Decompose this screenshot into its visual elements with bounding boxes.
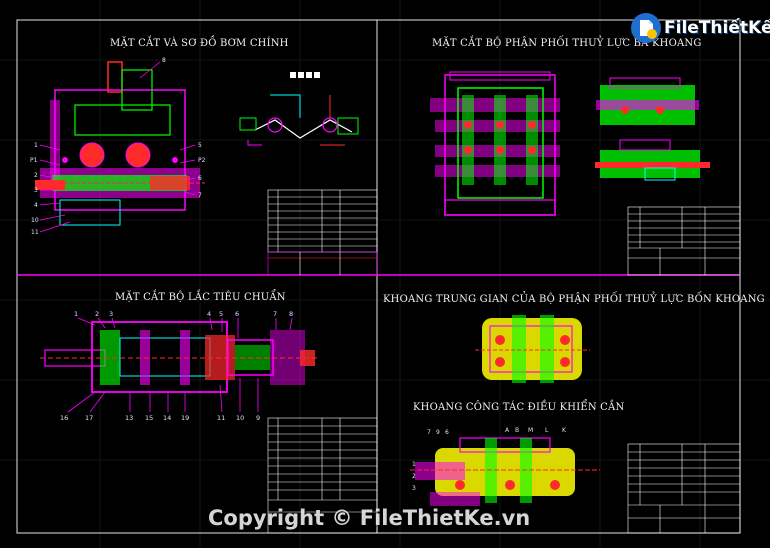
control-label: M [528,427,533,434]
swing-label: 14 [163,414,171,422]
pump-leader-lines [39,61,196,233]
swing-unit-drawing [40,321,320,393]
control-label: 9 [436,429,440,436]
swing-label: 13 [125,414,133,422]
swing-label: 3 [109,310,113,318]
swing-unit-title: MẶT CẮT BỘ LẮC TIÊU CHUẨN [115,292,286,303]
pump-label: 6 [198,175,202,182]
swing-label: 1 [74,310,78,318]
control-label: K [562,427,567,434]
background-grid [0,0,770,548]
swing-label: 7 [273,310,277,318]
swing-label: 15 [145,414,153,422]
distributor4-drawing [475,315,590,383]
logo-text: FileThiếtKế.vn [664,18,770,38]
pump-section-title: MẶT CẮT VÀ SƠ ĐỒ BƠM CHÍNH [110,38,289,49]
swing-label: 9 [256,414,260,422]
control-chamber-title: KHOANG CÔNG TÁC ĐIỀU KHIỂN CẦN [413,402,625,413]
swing-label: 11 [217,414,225,422]
swing-label: 4 [207,310,211,318]
control-label: 3 [412,485,416,492]
control-label: 6 [445,429,449,436]
pump-section-drawing [35,61,205,226]
swing-label: 2 [95,310,99,318]
pump-parts-table [267,189,378,276]
control-label: 1 [412,461,416,468]
swing-label: 8 [289,310,293,318]
control-parts-table [627,443,741,534]
control-chamber-drawing [410,437,600,506]
pump-label: 2 [34,172,38,179]
swing-label: 16 [60,414,68,422]
pump-label: 1 [34,142,38,149]
pump-label: 8 [162,57,166,64]
control-label: B [515,427,519,434]
site-logo[interactable]: FileThiếtKế.vn [630,12,770,46]
pump-label: 7 [198,192,202,199]
swing-label: 19 [181,414,189,422]
pump-label: 4 [34,202,38,209]
pump-label: 5 [198,142,202,149]
pump-label: 11 [31,229,39,236]
copyright-watermark: Copyright © FileThietKe.vn [208,506,531,530]
control-label: L [545,427,549,434]
pump-label: 10 [31,217,39,224]
swing-label: 17 [85,414,93,422]
swing-label: 6 [235,310,239,318]
swing-label: 10 [236,414,244,422]
swing-label: 5 [219,310,223,318]
pump-schematic [239,72,359,146]
pump-label: P2 [198,157,206,164]
distributor3-parts-table [627,206,741,276]
pump-label: 3 [34,187,38,194]
distributor4-title: KHOANG TRUNG GIAN CỦA BỘ PHẬN PHỐI THUỶ … [383,294,765,305]
control-label: 2 [412,473,416,480]
cad-drawing-canvas: 1 P1 2 3 4 10 11 5 P2 6 7 8 1 2 3 4 5 6 … [0,0,770,548]
distributor3-drawing [430,71,560,216]
distributor3-side-view [595,77,710,181]
control-label: A [505,427,510,434]
pump-label: P1 [30,157,38,164]
control-label: 7 [427,429,431,436]
file-logo-icon [631,13,661,43]
